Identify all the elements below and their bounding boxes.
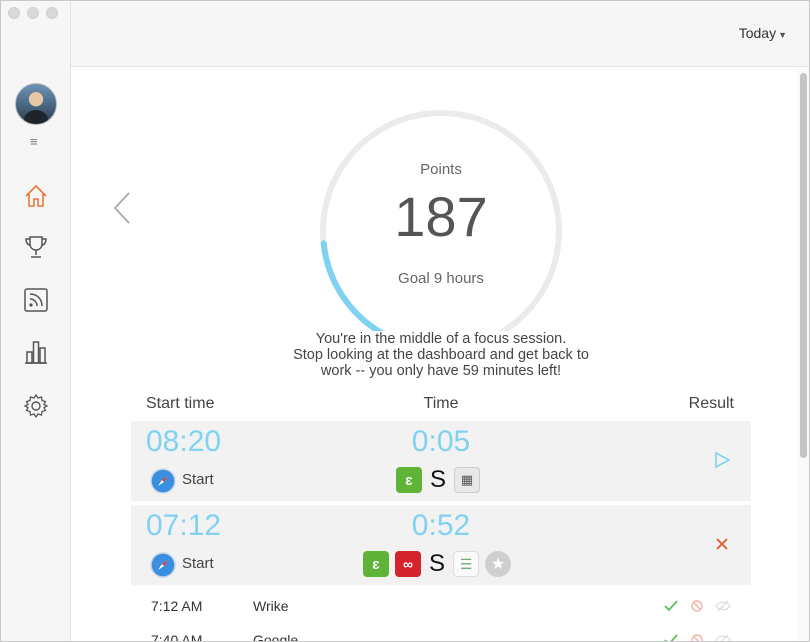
evernote-icon: ɛ [363,551,389,577]
message-line: You're in the middle of a focus session. [315,331,567,347]
sidebar-item-home[interactable] [22,182,50,210]
preview-icon: ▦ [454,467,480,493]
block-icon[interactable] [689,632,705,641]
top-bar: Today ▼ [71,1,809,67]
hide-icon[interactable] [715,632,731,641]
chevron-left-icon [113,192,130,224]
safari-icon [150,552,176,578]
skype-s-icon: S [428,550,445,577]
session-browser-label: Start [182,555,214,572]
gear-icon [23,393,49,419]
avatar[interactable] [15,83,57,125]
play-icon[interactable] [713,451,731,469]
activity-app: Wrike [253,598,289,614]
caret-down-icon: ▼ [778,30,787,40]
evernote-icon: ɛ [396,467,422,493]
goal-label: Goal 9 hours [398,270,484,287]
period-dropdown[interactable]: Today ▼ [739,25,787,41]
scrollbar-thumb[interactable] [800,73,807,458]
previous-day-button[interactable] [111,191,133,225]
period-label: Today [738,25,777,41]
check-icon[interactable] [663,598,679,614]
activity-actions [663,598,731,614]
reminders-icon: ☰ [453,551,479,577]
activity-row[interactable]: 7:40 AM Google [131,625,751,642]
app-window: ≡ Today ▼ Points 187 Goal 9 hours You're… [0,0,810,642]
star-app-icon: ★ [485,551,511,577]
sidebar: ≡ [1,1,71,641]
points-label: Points [420,161,462,178]
column-header-result: Result [688,395,734,412]
session-apps: ɛ S ▦ [396,466,480,493]
activity-actions [663,632,731,641]
window-controls [8,7,58,19]
block-icon[interactable] [689,598,705,614]
menu-icon[interactable]: ≡ [30,134,38,149]
activity-time: 7:40 AM [151,632,203,642]
session-duration: 0:52 [411,509,471,542]
points-value: 187 [394,185,488,248]
sidebar-item-feed[interactable] [22,286,50,314]
home-icon [25,184,47,207]
check-icon[interactable] [663,632,679,641]
safari-icon [150,468,176,494]
creative-cloud-icon: ∞ [395,551,421,577]
session-duration: 0:05 [411,425,471,458]
gauge-progress [320,240,385,331]
activity-row[interactable]: 7:12 AM Wrike [131,591,751,621]
close-icon[interactable] [713,535,731,553]
session-row[interactable]: 07:12 0:52 Start ɛ ∞ S ☰ ★ [131,505,751,585]
hide-icon[interactable] [715,598,731,614]
feed-icon [24,288,48,312]
session-browser-label: Start [182,471,214,488]
bar-chart-icon [25,341,47,364]
activity-time: 7:12 AM [151,598,203,614]
zoom-window-button[interactable] [46,7,58,19]
minimize-window-button[interactable] [27,7,39,19]
sessions-table-header: Start time Time Result [131,395,751,417]
sidebar-item-stats[interactable] [22,339,50,367]
message-line: Stop looking at the dashboard and get ba… [293,347,589,363]
skype-s-icon: S [429,466,446,493]
activity-app: Google [253,632,299,642]
focus-session-message: You're in the middle of a focus session.… [251,331,631,379]
sidebar-item-trophy[interactable] [22,233,50,261]
trophy-icon [25,236,47,258]
column-header-time: Time [423,395,459,412]
message-line: work -- you only have 59 minutes left! [320,363,562,379]
sidebar-item-settings[interactable] [22,392,50,420]
session-row[interactable]: 08:20 0:05 Start ɛ S ▦ [131,421,751,501]
close-window-button[interactable] [8,7,20,19]
session-apps: ɛ ∞ S ☰ ★ [363,550,511,577]
